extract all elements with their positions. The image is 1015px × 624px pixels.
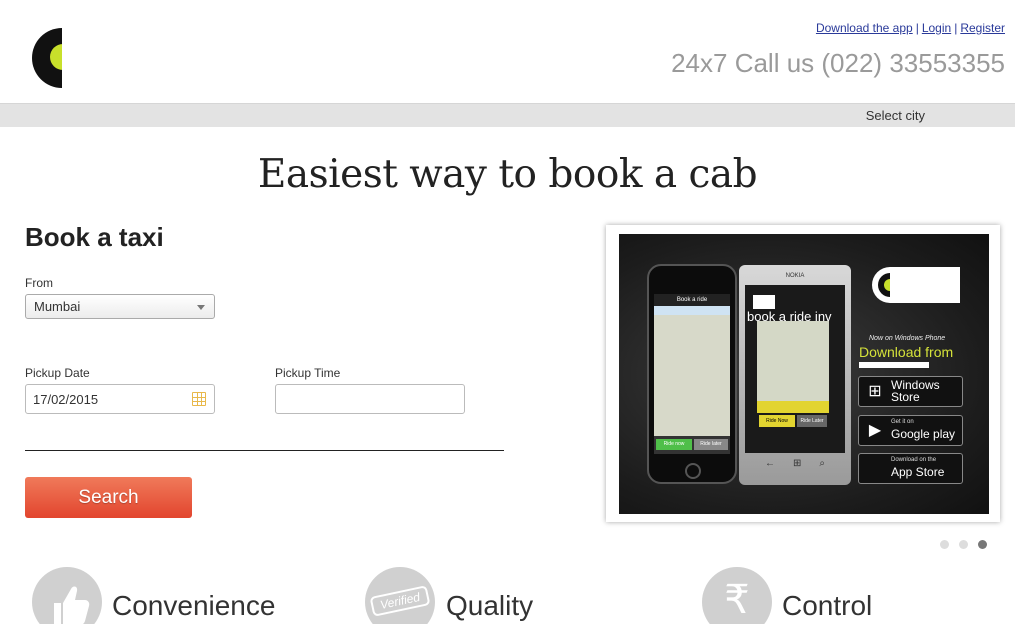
- pickup-time-input[interactable]: [275, 384, 465, 414]
- google-play-badge[interactable]: ▶ Get it on Google play: [858, 415, 963, 446]
- from-label: From: [25, 276, 53, 290]
- city-bar: Select city: [0, 103, 1015, 127]
- download-app-link[interactable]: Download the app: [816, 21, 913, 35]
- pickup-date-label: Pickup Date: [25, 366, 90, 380]
- windows-store-badge[interactable]: ⊞ Windows Store: [858, 376, 963, 407]
- login-link[interactable]: Login: [922, 21, 951, 35]
- register-link[interactable]: Register: [960, 21, 1005, 35]
- phone2-ride-now: Ride Now: [759, 415, 795, 427]
- windows-store-label: Windows Store: [891, 378, 940, 404]
- thumbs-up-icon: [32, 567, 102, 624]
- apple-icon: [865, 459, 885, 478]
- pickup-date-input[interactable]: 17/02/2015: [25, 384, 215, 414]
- calendar-icon[interactable]: [192, 392, 206, 406]
- phone1-header: Book a ride: [654, 294, 730, 306]
- phone1-ride-now: Ride now: [656, 439, 692, 450]
- map-thumbnail: [757, 321, 829, 401]
- feature-convenience: Convenience: [112, 590, 276, 621]
- google-play-icon: ▶: [868, 422, 882, 439]
- app-store-line1: Download on the: [891, 457, 937, 463]
- nokia-phone-mockup: NOKIA book a ride inv Ride Now Ride Late…: [739, 265, 851, 485]
- iphone-mockup: Book a ride Ride now Ride later: [647, 264, 737, 484]
- carousel-dot-active[interactable]: [978, 540, 987, 549]
- top-links: Download the app | Login | Register: [815, 21, 1005, 35]
- windows-icon: ⊞: [868, 383, 882, 400]
- feature-control: Control: [782, 590, 873, 621]
- verified-badge-icon: Verified: [365, 567, 435, 624]
- home-button-icon: [685, 463, 701, 479]
- form-divider: [25, 450, 504, 451]
- google-play-line2: Google play: [891, 427, 956, 441]
- phone-nav-icons: ←⊞⌕: [765, 458, 843, 469]
- feature-quality: Quality: [446, 590, 534, 621]
- hero-title: Easiest way to book a cab: [257, 152, 758, 197]
- book-taxi-heading: Book a taxi: [25, 222, 164, 252]
- phone1-ride-later: Ride later: [694, 439, 728, 450]
- app-store-line2: App Store: [891, 465, 945, 479]
- download-from-text: Download from: [859, 344, 954, 360]
- dropdown-caret-icon: [197, 305, 205, 310]
- pickup-time-label: Pickup Time: [275, 366, 341, 380]
- verified-badge-text: Verified: [369, 585, 431, 617]
- banner-logo: [872, 267, 960, 303]
- carousel-dot[interactable]: [959, 540, 968, 549]
- select-city-link[interactable]: Select city: [866, 108, 925, 123]
- rupee-glyph: ₹: [724, 578, 750, 622]
- app-store-badge[interactable]: Download on the App Store: [858, 453, 963, 484]
- rupee-icon: ₹: [702, 567, 772, 624]
- pickup-date-value: 17/02/2015: [33, 392, 99, 407]
- brand-logo[interactable]: [30, 26, 92, 90]
- app-promo-banner[interactable]: Book a ride Ride now Ride later NOKIA bo…: [619, 234, 989, 514]
- carousel-dot[interactable]: [940, 540, 949, 549]
- phone2-ride-later: Ride Later: [797, 415, 827, 427]
- from-city-value: Mumbai: [34, 299, 81, 314]
- now-on-windows-text: Now on Windows Phone: [869, 335, 946, 342]
- call-us-text: 24x7 Call us (022) 33553355: [671, 48, 1005, 78]
- nokia-brand: NOKIA: [785, 273, 805, 279]
- google-play-line1: Get it on: [891, 419, 914, 425]
- search-button[interactable]: Search: [25, 477, 192, 518]
- from-city-select[interactable]: Mumbai: [25, 294, 215, 319]
